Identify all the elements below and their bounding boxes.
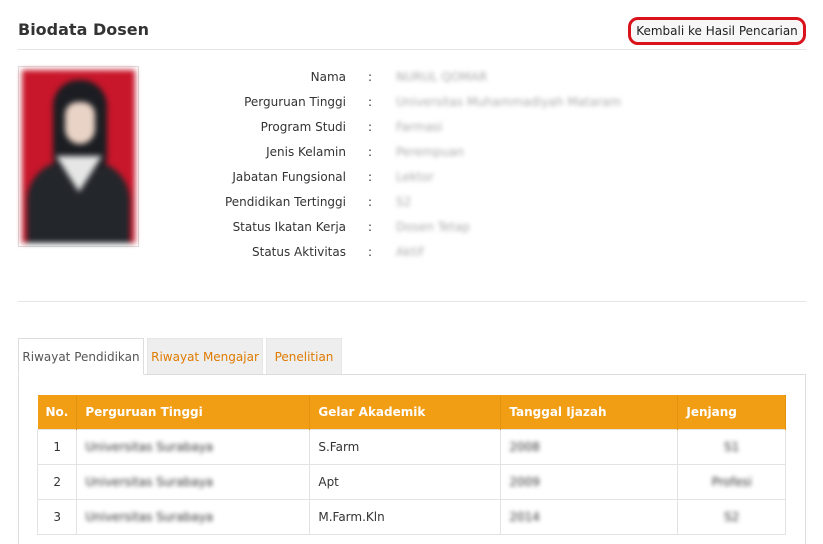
biodata-row-nama: Nama : NURUL QOMAR bbox=[200, 70, 620, 88]
tab-riwayat-mengajar[interactable]: Riwayat Mengajar bbox=[147, 338, 263, 375]
biodata-label: Status Ikatan Kerja bbox=[232, 220, 346, 234]
biodata-colon: : bbox=[368, 95, 373, 109]
biodata-label: Nama bbox=[310, 70, 346, 84]
biodata-value: Lektor bbox=[396, 170, 434, 184]
biodata-colon: : bbox=[368, 170, 373, 184]
table-cell-degree: M.Farm.Kln bbox=[309, 499, 502, 535]
table-cell-institution: Universitas Surabaya bbox=[76, 499, 311, 535]
tab-riwayat-pendidikan[interactable]: Riwayat Pendidikan bbox=[18, 338, 144, 375]
table-cell-institution: Universitas Surabaya bbox=[76, 429, 311, 465]
biodata-label: Status Aktivitas bbox=[252, 245, 346, 259]
biodata-row-status-ikatan-kerja: Status Ikatan Kerja : Dosen Tetap bbox=[200, 220, 620, 238]
column-header: Perguruan Tinggi bbox=[76, 395, 311, 430]
table-cell-date: 2008 bbox=[500, 429, 679, 465]
biodata-label: Pendidikan Tertinggi bbox=[224, 195, 346, 209]
table-cell-level: S1 bbox=[677, 429, 786, 465]
column-header: Jenjang bbox=[677, 395, 786, 430]
header-divider bbox=[18, 49, 806, 50]
table-cell-degree: Apt bbox=[309, 464, 502, 500]
biodata-value: Dosen Tetap bbox=[396, 220, 470, 234]
table-cell-no: 2 bbox=[36, 464, 78, 500]
table-cell-no: 3 bbox=[36, 499, 78, 535]
section-divider bbox=[18, 301, 806, 302]
back-to-search-results-button[interactable]: Kembali ke Hasil Pencarian bbox=[628, 17, 806, 45]
biodata-row-status-aktivitas: Status Aktivitas : Aktif bbox=[200, 245, 620, 263]
biodata-row-jenis-kelamin: Jenis Kelamin : Perempuan bbox=[200, 145, 620, 163]
column-header: No. bbox=[37, 395, 78, 430]
biodata-label: Perguruan Tinggi bbox=[244, 95, 346, 109]
biodata-label: Jabatan Fungsional bbox=[232, 170, 346, 184]
biodata-row-program-studi: Program Studi : Farmasi bbox=[200, 120, 620, 138]
profile-photo bbox=[18, 66, 139, 247]
biodata-value: Aktif bbox=[396, 245, 424, 259]
biodata-value: NURUL QOMAR bbox=[396, 70, 488, 84]
biodata-colon: : bbox=[368, 145, 373, 159]
tab-penelitian[interactable]: Penelitian bbox=[266, 338, 342, 375]
biodata-value: Farmasi bbox=[396, 120, 443, 134]
education-history-table: No. Perguruan Tinggi Gelar Akademik Tang… bbox=[36, 395, 786, 535]
biodata-value: Universitas Muhammadiyah Mataram bbox=[396, 95, 622, 109]
table-row: 2 Universitas Surabaya Apt 2009 Profesi bbox=[36, 464, 786, 500]
table-cell-date: 2009 bbox=[500, 464, 679, 500]
table-header-row: No. Perguruan Tinggi Gelar Akademik Tang… bbox=[37, 395, 786, 430]
biodata-row-perguruan-tinggi: Perguruan Tinggi : Universitas Muhammadi… bbox=[200, 95, 622, 113]
biodata-row-jabatan-fungsional: Jabatan Fungsional : Lektor bbox=[200, 170, 620, 188]
profile-photo-image bbox=[22, 70, 135, 243]
biodata-value: S2 bbox=[396, 195, 412, 209]
biodata-value: Perempuan bbox=[396, 145, 465, 159]
biodata-label: Jenis Kelamin bbox=[266, 145, 346, 159]
biodata-colon: : bbox=[368, 245, 373, 259]
table-cell-level: S2 bbox=[677, 499, 786, 535]
biodata-label: Program Studi bbox=[260, 120, 346, 134]
table-cell-level: Profesi bbox=[677, 464, 786, 500]
column-header: Tanggal Ijazah bbox=[500, 395, 679, 430]
page-title: Biodata Dosen bbox=[18, 20, 149, 39]
table-cell-degree: S.Farm bbox=[309, 429, 502, 465]
biodata-row-pendidikan-tertinggi: Pendidikan Tertinggi : S2 bbox=[200, 195, 620, 213]
table-row: 3 Universitas Surabaya M.Farm.Kln 2014 S… bbox=[36, 499, 786, 535]
biodata-colon: : bbox=[368, 70, 373, 84]
biodata-colon: : bbox=[368, 195, 373, 209]
biodata-colon: : bbox=[368, 120, 373, 134]
table-cell-institution: Universitas Surabaya bbox=[76, 464, 311, 500]
biodata-colon: : bbox=[368, 220, 373, 234]
table-cell-no: 1 bbox=[36, 429, 78, 465]
column-header: Gelar Akademik bbox=[309, 395, 502, 430]
table-row: 1 Universitas Surabaya S.Farm 2008 S1 bbox=[36, 429, 786, 465]
table-cell-date: 2014 bbox=[500, 499, 679, 535]
